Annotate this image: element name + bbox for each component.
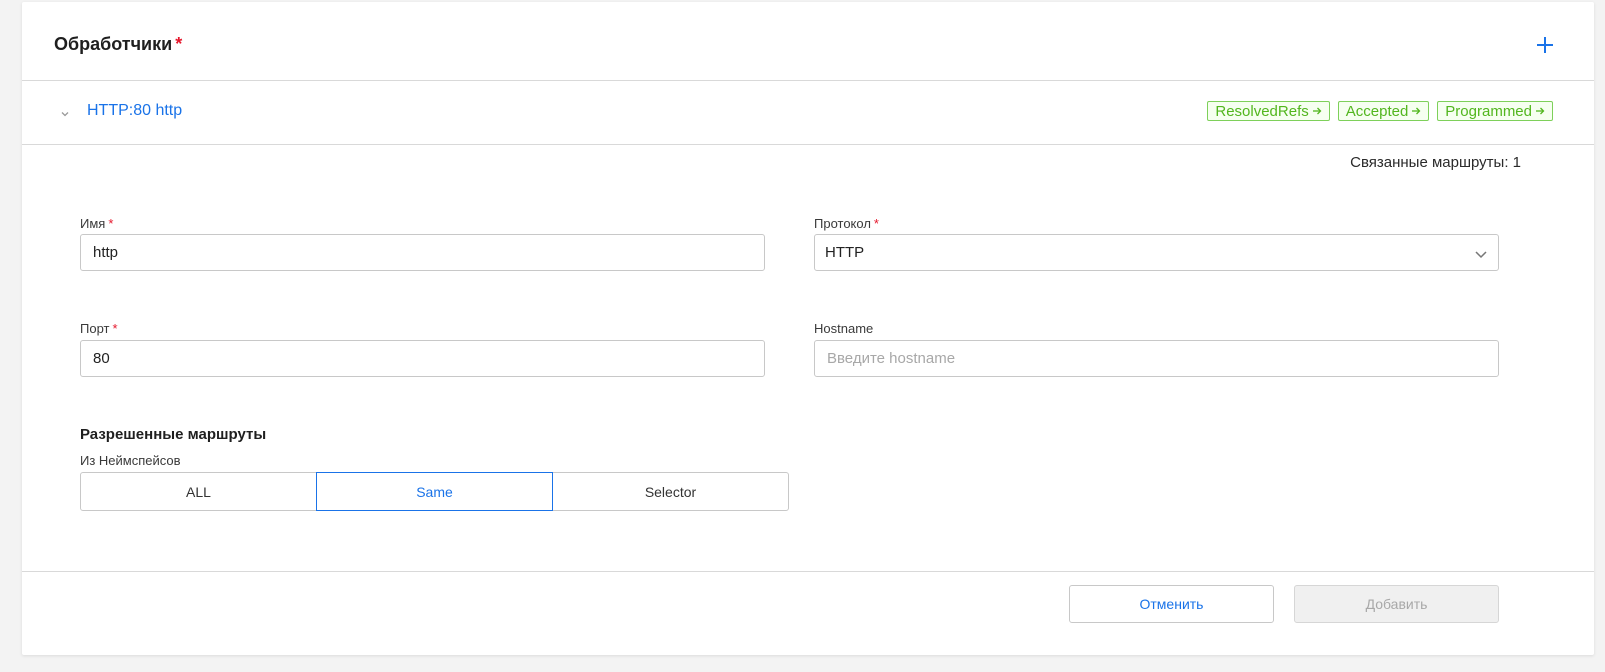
- status-tag-label: ResolvedRefs: [1215, 102, 1309, 120]
- segment-all[interactable]: ALL: [80, 472, 317, 511]
- required-mark: *: [175, 34, 183, 54]
- protocol-select-value: HTTP: [825, 244, 865, 261]
- allowed-routes-title: Разрешенные маршруты: [80, 426, 267, 443]
- chevron-down-icon: [1475, 251, 1487, 259]
- card-title-text: Обработчики: [54, 34, 173, 54]
- card-footer: Отменить Добавить: [22, 571, 1594, 656]
- name-input-value: http: [93, 244, 119, 261]
- port-label-text: Порт: [80, 321, 110, 336]
- status-tag-accepted[interactable]: Accepted: [1337, 101, 1430, 121]
- segment-selector[interactable]: Selector: [552, 472, 789, 511]
- port-input-value: 80: [93, 350, 110, 367]
- protocol-label: Протокол *: [814, 216, 879, 231]
- required-mark: *: [112, 321, 118, 336]
- card-title: Обработчики *: [54, 34, 182, 55]
- arrow-right-icon: [1536, 107, 1545, 115]
- add-button[interactable]: Добавить: [1294, 585, 1499, 623]
- add-listener-button[interactable]: [1536, 36, 1554, 54]
- hostname-label-text: Hostname: [814, 321, 874, 336]
- hostname-input[interactable]: Введите hostname: [814, 340, 1499, 377]
- port-label: Порт *: [80, 321, 118, 336]
- hostname-placeholder: Введите hostname: [827, 350, 956, 367]
- listener-title[interactable]: HTTP:80 http: [87, 102, 182, 120]
- cancel-button[interactable]: Отменить: [1069, 585, 1274, 623]
- protocol-select[interactable]: HTTP: [814, 234, 1499, 271]
- segment-same[interactable]: Same: [316, 472, 553, 511]
- collapse-toggle[interactable]: [60, 106, 70, 117]
- name-input[interactable]: http: [80, 234, 765, 271]
- linked-routes-count: Связанные маршруты: 1: [1350, 154, 1521, 171]
- from-namespaces-label: Из Неймспейсов: [80, 453, 181, 468]
- port-input[interactable]: 80: [80, 340, 765, 377]
- status-tag-programmed[interactable]: Programmed: [1437, 101, 1553, 121]
- status-tag-resolvedrefs[interactable]: ResolvedRefs: [1207, 101, 1330, 121]
- listeners-card: Обработчики * HTTP:80 http ResolvedRefs A…: [22, 2, 1594, 655]
- required-mark: *: [873, 216, 879, 231]
- card-header: Обработчики *: [22, 2, 1594, 81]
- status-tag-label: Programmed: [1445, 102, 1532, 120]
- protocol-label-text: Протокол: [814, 216, 871, 231]
- plus-icon: [1537, 37, 1553, 53]
- status-tag-label: Accepted: [1345, 102, 1409, 120]
- namespaces-segmented-control: ALL Same Selector: [80, 472, 789, 511]
- hostname-label: Hostname: [814, 321, 873, 336]
- name-label-text: Имя: [80, 216, 106, 231]
- chevron-down-icon: [61, 112, 69, 117]
- listener-row[interactable]: HTTP:80 http ResolvedRefs Accepted Progr…: [22, 81, 1594, 145]
- arrow-right-icon: [1312, 107, 1322, 115]
- status-tags: ResolvedRefs Accepted Programmed: [1207, 101, 1553, 121]
- name-label: Имя *: [80, 216, 113, 231]
- arrow-right-icon: [1412, 107, 1421, 115]
- required-mark: *: [108, 216, 114, 231]
